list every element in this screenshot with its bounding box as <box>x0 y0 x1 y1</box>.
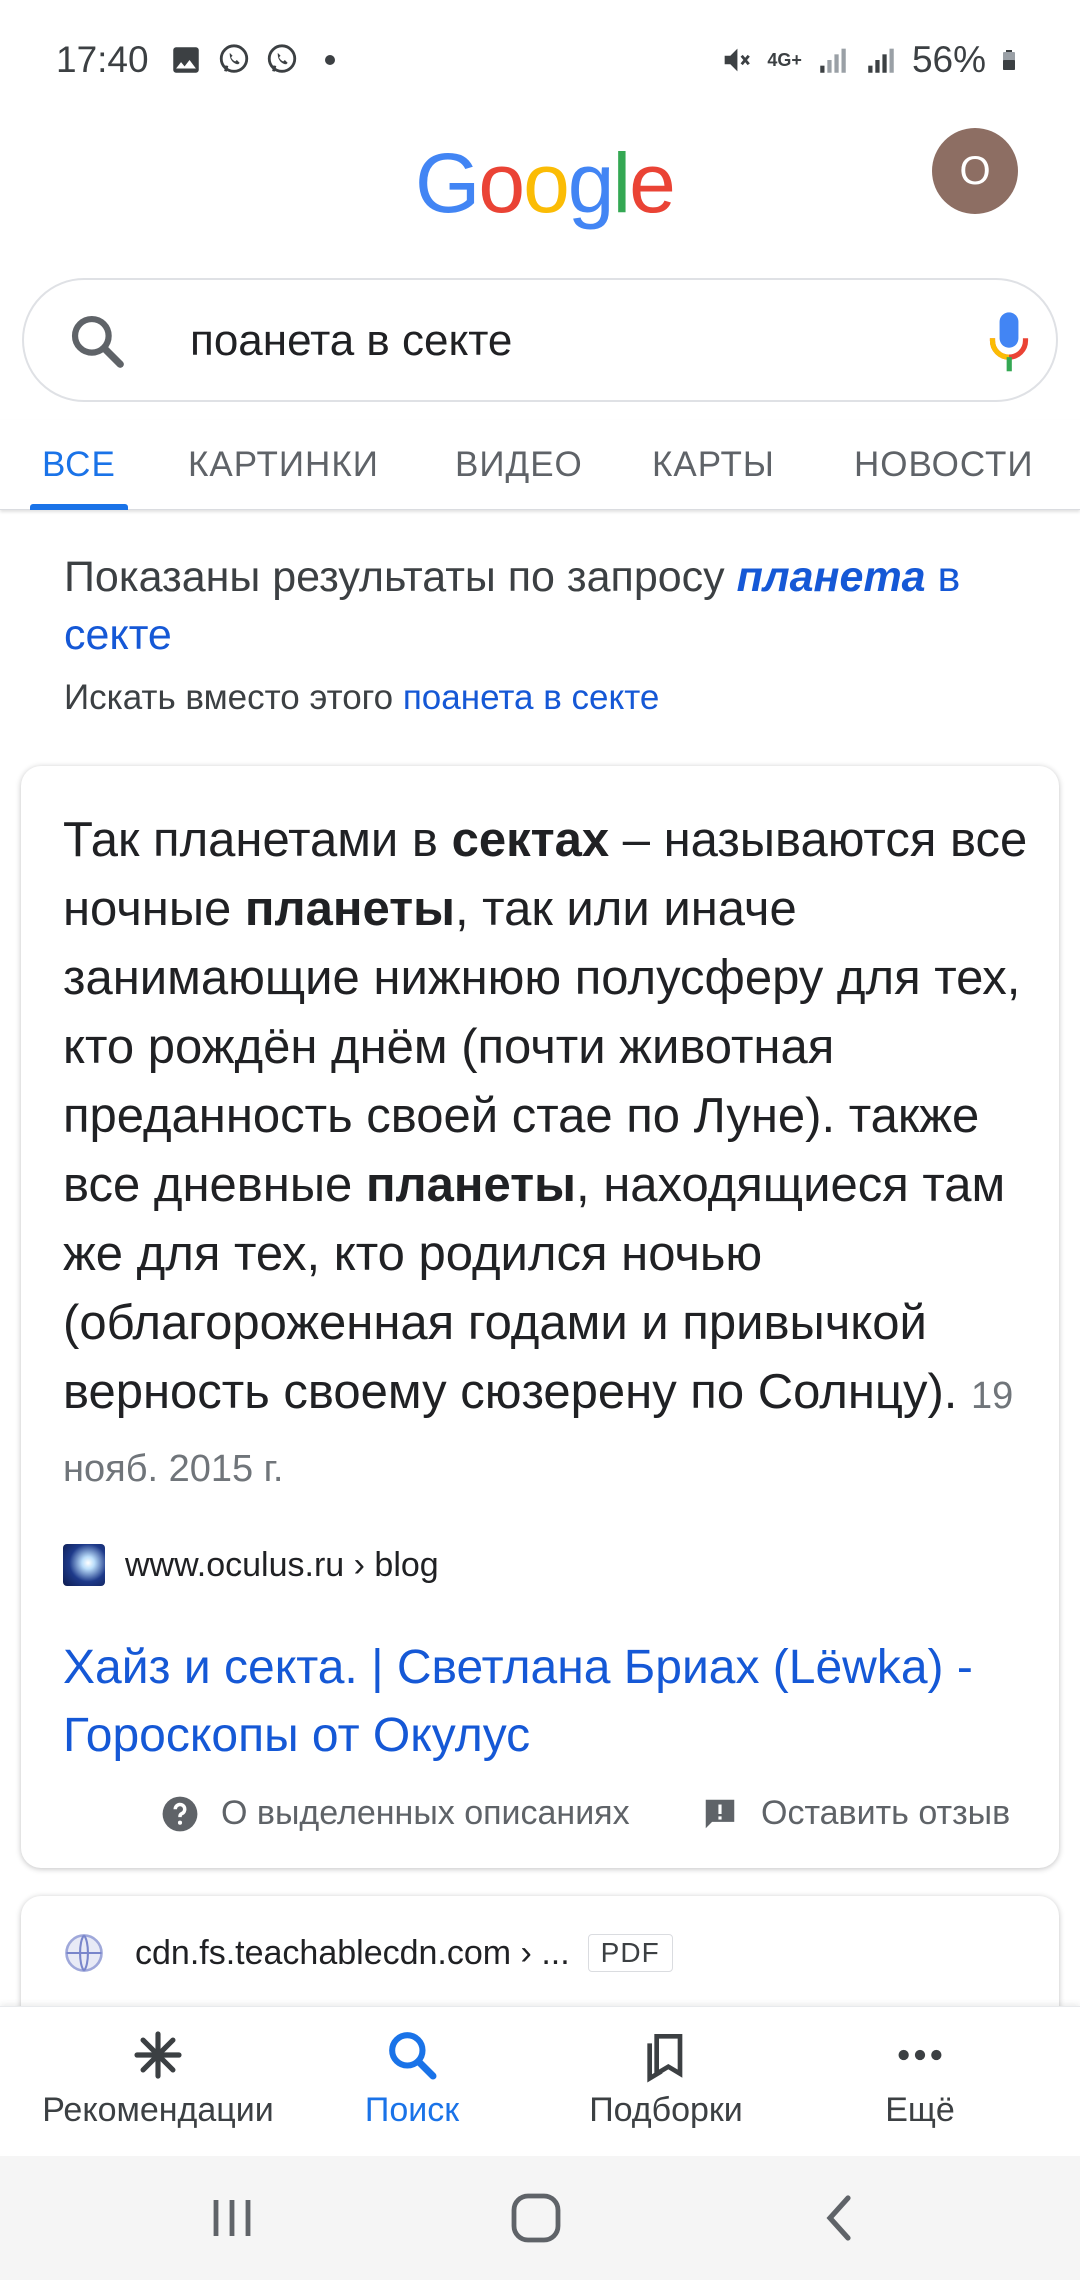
snippet-footer: О выделенных описаниях Оставить отзыв <box>21 1784 1059 1844</box>
battery-icon <box>1003 50 1015 70</box>
avatar[interactable]: O <box>932 128 1018 214</box>
viber-icon <box>219 44 248 73</box>
result-title-link[interactable]: Хайз и секта. | Светлана Бриах (Lëwka) -… <box>63 1634 1043 1770</box>
result-source[interactable]: cdn.fs.teachablecdn.com › ... PDF <box>63 1932 673 1974</box>
tab-all[interactable]: ВСЕ <box>30 420 128 510</box>
pdf-badge: PDF <box>587 1934 673 1972</box>
more-icon <box>898 2049 942 2061</box>
google-logo[interactable]: Google <box>415 135 676 232</box>
bottom-navigation: Рекомендации Поиск Подборки Ещё <box>0 2006 1080 2156</box>
signal-icon <box>868 48 894 73</box>
app-header: Google O <box>0 120 1080 270</box>
spelling-correction: Показаны результаты по запросу планета в… <box>64 548 1024 722</box>
system-navigation-bar <box>0 2156 1080 2280</box>
tab-news[interactable]: НОВОСТИ <box>854 420 1034 510</box>
result-source[interactable]: www.oculus.ru › blog <box>63 1544 439 1586</box>
source-url[interactable]: www.oculus.ru › blog <box>125 1546 439 1585</box>
tab-maps[interactable]: КАРТЫ <box>652 420 775 510</box>
notification-dot <box>324 55 335 65</box>
logo-letter: o <box>523 136 570 230</box>
logo-letter: o <box>478 136 525 230</box>
search-icon <box>389 2032 437 2080</box>
collections-icon <box>647 2034 683 2083</box>
nav-collections[interactable]: Подборки <box>536 2027 796 2130</box>
logo-letter: G <box>415 136 480 230</box>
search-icon[interactable] <box>66 310 128 372</box>
featured-snippet-card: Так планетами в сектах – называются все … <box>21 766 1059 1868</box>
logo-letter: e <box>629 136 676 230</box>
asterisk-icon <box>134 2031 182 2079</box>
showing-results-for: Показаны результаты по запросу планета в… <box>64 553 961 659</box>
signal-icon <box>820 48 846 73</box>
site-favicon-icon <box>63 1544 105 1586</box>
status-time: 17:40 <box>56 39 149 80</box>
nav-recommendations[interactable]: Рекомендации <box>28 2027 288 2130</box>
feedback-icon <box>705 1799 735 1828</box>
snippet-text: Так планетами в сектах – называются все … <box>63 813 1028 1490</box>
microphone-icon[interactable] <box>984 310 1034 376</box>
mute-icon <box>725 48 751 72</box>
nav-more[interactable]: Ещё <box>790 2027 1050 2130</box>
search-tabs: ВСЕ КАРТИНКИ ВИДЕО КАРТЫ НОВОСТИ <box>0 420 1080 510</box>
search-input[interactable] <box>190 308 950 374</box>
search-box[interactable] <box>22 278 1058 402</box>
battery-percent: 56% <box>911 39 986 80</box>
logo-letter: g <box>567 136 615 230</box>
feedback-button[interactable]: Оставить отзыв <box>701 1794 1010 1833</box>
source-url[interactable]: cdn.fs.teachablecdn.com › ... <box>135 1934 570 1973</box>
original-query-link[interactable]: поанета в секте <box>403 678 659 717</box>
status-bar: 17:40 4G+ 56% <box>0 0 1080 120</box>
network-type: 4G+ <box>767 49 802 70</box>
tab-video[interactable]: ВИДЕО <box>455 420 583 510</box>
recent-apps-icon[interactable] <box>202 2192 262 2244</box>
globe-icon <box>65 1934 103 1972</box>
search-instead: Искать вместо этого поанета в секте <box>64 678 660 717</box>
logo-letter: l <box>612 136 632 230</box>
tab-images[interactable]: КАРТИНКИ <box>188 420 379 510</box>
back-icon[interactable] <box>810 2192 870 2244</box>
about-snippets-button[interactable]: О выделенных описаниях <box>161 1794 630 1833</box>
image-icon <box>172 47 199 73</box>
viber-icon <box>267 44 296 73</box>
help-icon <box>162 1796 198 1831</box>
nav-search[interactable]: Поиск <box>282 2027 542 2130</box>
home-icon[interactable] <box>506 2192 566 2244</box>
